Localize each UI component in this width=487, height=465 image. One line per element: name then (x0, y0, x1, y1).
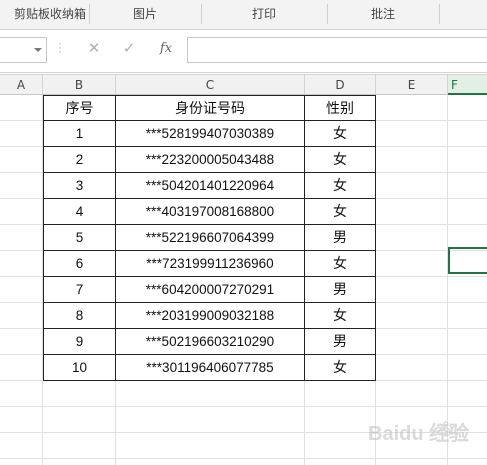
insert-function-icon[interactable]: fx (155, 38, 177, 60)
id-number-cell[interactable]: ***528199407030389 (116, 121, 305, 147)
ribbon-group-print: 打印 (251, 7, 276, 21)
serial-cell[interactable]: 6 (43, 251, 116, 277)
column-header-c[interactable]: C (116, 75, 305, 95)
serial-cell[interactable]: 4 (43, 199, 116, 225)
formula-input[interactable] (187, 37, 487, 63)
column-header-a[interactable]: A (0, 75, 43, 95)
table-row: 10 ***301196406077785 女 (43, 355, 376, 381)
gender-cell[interactable]: 女 (305, 303, 376, 329)
gender-cell[interactable]: 女 (305, 355, 376, 381)
serial-cell[interactable]: 5 (43, 225, 116, 251)
serial-cell[interactable]: 8 (43, 303, 116, 329)
id-number-cell[interactable]: ***604200007270291 (116, 277, 305, 303)
ribbon-divider (439, 4, 440, 24)
ribbon-group-pictures: 图片 (132, 7, 157, 21)
id-number-cell[interactable]: ***522196607064399 (116, 225, 305, 251)
table-row: 8 ***203199009032188 女 (43, 303, 376, 329)
ribbon-group-comments: 批注 (370, 7, 395, 21)
gender-cell[interactable]: 女 (305, 147, 376, 173)
table-row: 9 ***502196603210290 男 (43, 329, 376, 355)
id-number-cell[interactable]: ***403197008168800 (116, 199, 305, 225)
watermark-text: Baidu 经验 (368, 421, 469, 445)
cancel-icon[interactable]: ✕ (83, 38, 105, 60)
chevron-down-icon[interactable] (34, 48, 42, 52)
grid-hline (0, 458, 487, 459)
table-row: 7 ***604200007270291 男 (43, 277, 376, 303)
id-number-cell[interactable]: ***502196603210290 (116, 329, 305, 355)
header-cell-gender[interactable]: 性别 (305, 95, 376, 121)
id-number-cell[interactable]: ***203199009032188 (116, 303, 305, 329)
id-number-cell[interactable]: ***504201401220964 (116, 173, 305, 199)
table-row: 6 ***723199911236960 女 (43, 251, 376, 277)
enter-check-icon[interactable]: ✓ (118, 38, 140, 60)
header-cell-serial[interactable]: 序号 (43, 95, 116, 121)
gender-cell[interactable]: 男 (305, 225, 376, 251)
column-header-e[interactable]: E (376, 75, 448, 95)
active-cell-selection[interactable] (448, 247, 487, 274)
id-number-cell[interactable]: ***301196406077785 (116, 355, 305, 381)
gender-cell[interactable]: 女 (305, 121, 376, 147)
serial-cell[interactable]: 1 (43, 121, 116, 147)
baidu-jingyan-watermark-logo: Baidu 经验 (368, 421, 469, 445)
gender-cell[interactable]: 女 (305, 251, 376, 277)
table-row: 3 ***504201401220964 女 (43, 173, 376, 199)
table-header-row: 序号 身份证号码 性别 (43, 95, 376, 121)
gender-cell[interactable]: 男 (305, 277, 376, 303)
drag-handle-icon[interactable]: · · · (58, 39, 62, 58)
table-row: 4 ***403197008168800 女 (43, 199, 376, 225)
serial-cell[interactable]: 3 (43, 173, 116, 199)
grid-hline (0, 406, 487, 407)
grid-hline (0, 432, 487, 433)
ribbon-group-labels: 剪贴板收纳箱 图片 打印 批注 (0, 0, 487, 30)
table-row: 1 ***528199407030389 女 (43, 121, 376, 147)
id-number-cell[interactable]: ***223200005043488 (116, 147, 305, 173)
grid-vline (447, 95, 448, 465)
column-header-b[interactable]: B (43, 75, 116, 95)
gender-cell[interactable]: 男 (305, 329, 376, 355)
formula-bar: · · · ✕ ✓ fx (0, 30, 487, 73)
serial-cell[interactable]: 10 (43, 355, 116, 381)
serial-cell[interactable]: 7 (43, 277, 116, 303)
serial-cell[interactable]: 9 (43, 329, 116, 355)
gender-cell[interactable]: 女 (305, 173, 376, 199)
table-row: 2 ***223200005043488 女 (43, 147, 376, 173)
serial-cell[interactable]: 2 (43, 147, 116, 173)
id-number-cell[interactable]: ***723199911236960 (116, 251, 305, 277)
header-cell-id-number[interactable]: 身份证号码 (116, 95, 305, 121)
name-box[interactable] (0, 37, 47, 63)
ribbon-group-clipboard-box: 剪贴板收纳箱 (13, 7, 86, 21)
table-row: 5 ***522196607064399 男 (43, 225, 376, 251)
gender-cell[interactable]: 女 (305, 199, 376, 225)
column-header-f[interactable]: F (448, 75, 487, 95)
column-header-d[interactable]: D (305, 75, 376, 95)
